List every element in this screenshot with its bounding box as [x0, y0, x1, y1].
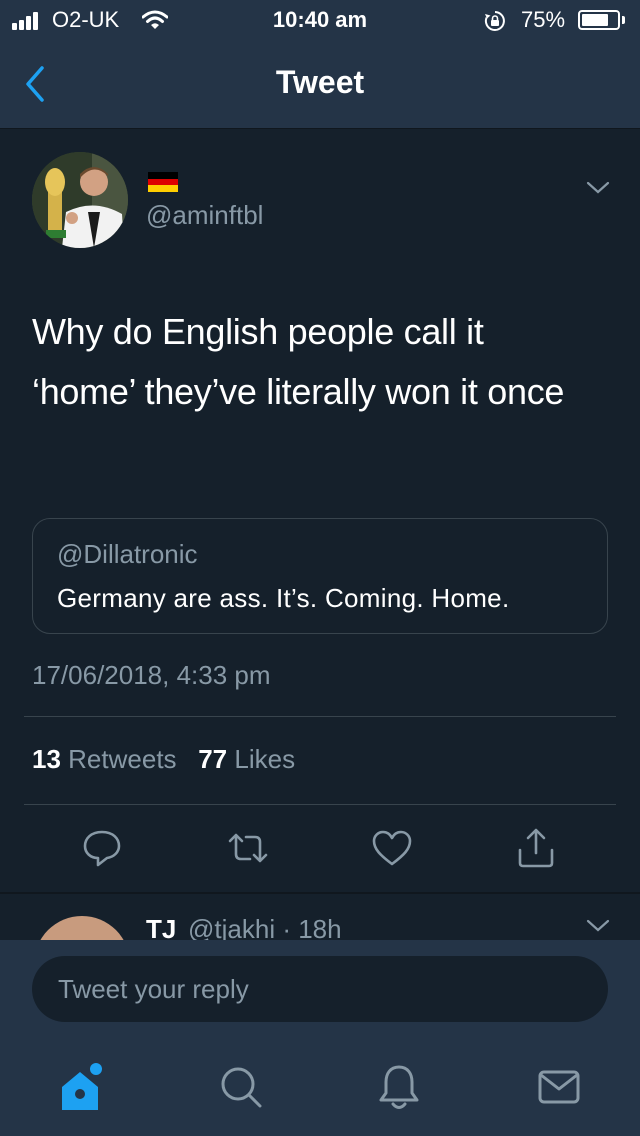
divider: [24, 804, 616, 805]
like-icon[interactable]: [370, 826, 414, 870]
quoted-tweet[interactable]: @Dillatronic Germany are ass. It’s. Comi…: [32, 518, 608, 634]
share-icon[interactable]: [514, 826, 558, 870]
reply-author-name: TJ: [146, 914, 177, 940]
chevron-down-icon[interactable]: [586, 180, 610, 196]
home-icon[interactable]: [56, 1060, 110, 1114]
likes-label: Likes: [234, 744, 296, 774]
status-bar: O2-UK 10:40 am 75%: [0, 0, 640, 40]
chevron-down-icon[interactable]: [586, 918, 610, 934]
tweet-stats: 13 Retweets 77 Likes: [32, 744, 295, 775]
rotation-lock-icon: [484, 11, 505, 31]
reply-icon[interactable]: [80, 826, 124, 870]
retweets-label: Retweets: [68, 744, 177, 774]
author-handle[interactable]: @aminftbl: [146, 200, 263, 231]
search-icon[interactable]: [214, 1060, 268, 1114]
retweets-count: 13: [32, 744, 61, 774]
page-title: Tweet: [275, 64, 365, 100]
retweet-icon[interactable]: [226, 826, 270, 870]
divider: [24, 716, 616, 717]
likes-stat[interactable]: 77 Likes: [198, 744, 295, 774]
reply-author-avatar[interactable]: [34, 916, 130, 940]
tweet-timestamp: 17/06/2018, 4:33 pm: [32, 660, 271, 690]
quoted-tweet-text: Germany are ass. It’s. Coming. Home.: [57, 583, 510, 613]
tweet-text: Why do English people call it ‘home’ the…: [32, 311, 565, 412]
battery-percent: 75%: [521, 7, 566, 32]
likes-count: 77: [198, 744, 228, 774]
tweet-actions: [0, 826, 640, 876]
germany-flag-icon: [148, 172, 178, 192]
author-avatar[interactable]: [32, 152, 128, 248]
reply-author-handle-time: @tjakhi · 18h: [188, 914, 342, 940]
retweet-stat[interactable]: 13 Retweets: [32, 744, 177, 774]
battery-level-fill: [582, 14, 608, 26]
messages-icon[interactable]: [532, 1060, 586, 1114]
battery-icon: [578, 10, 620, 30]
reply-input[interactable]: [32, 956, 608, 1022]
quoted-tweet-handle: @Dillatronic: [57, 539, 198, 569]
battery-tip: [622, 16, 625, 24]
notifications-icon[interactable]: [372, 1060, 426, 1114]
reply-tweet[interactable]: TJ @tjakhi · 18h: [0, 894, 640, 940]
